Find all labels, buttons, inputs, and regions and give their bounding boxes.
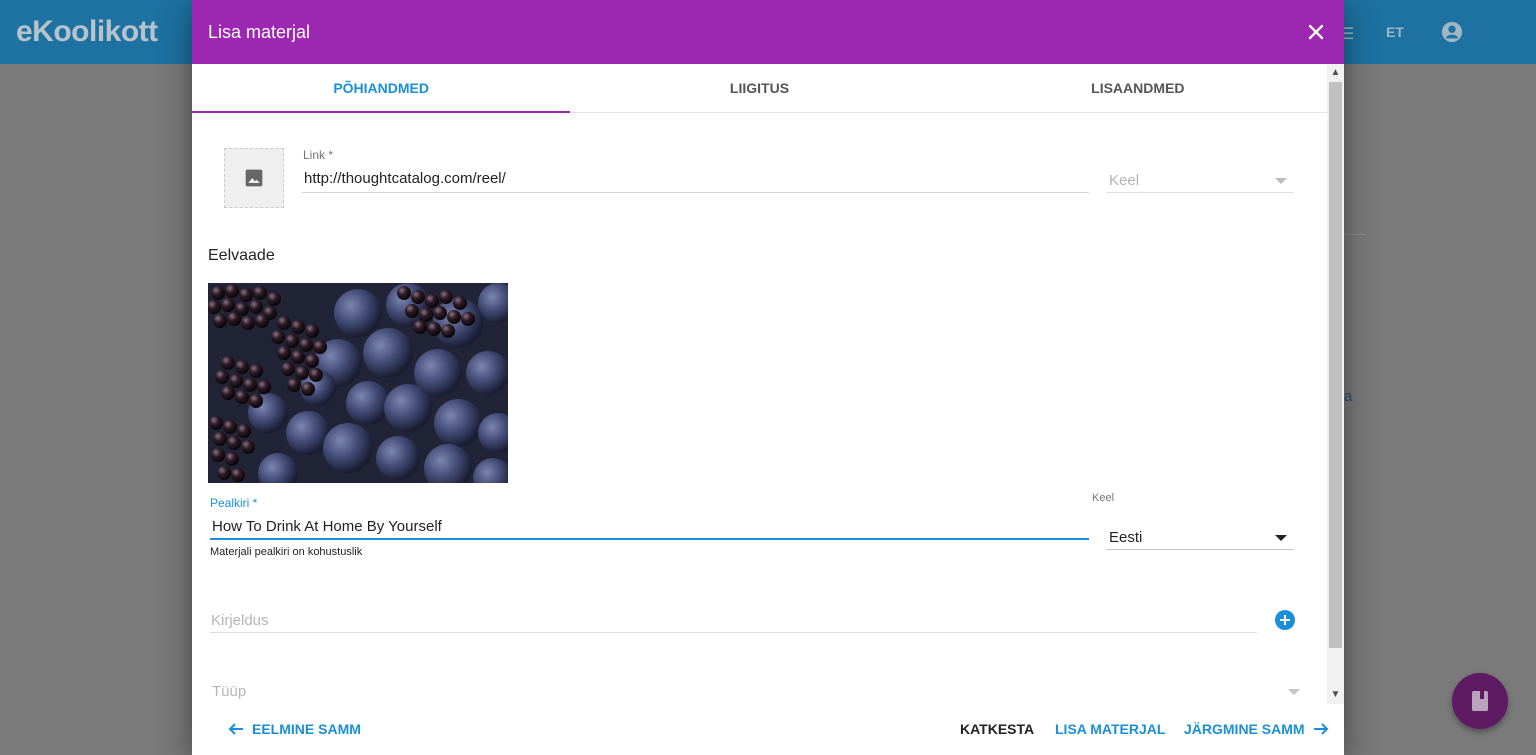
add-description-icon[interactable] <box>1275 610 1295 630</box>
book-icon <box>1472 691 1488 711</box>
logo-text: eKoolikott <box>16 15 158 48</box>
next-step-label: JÄRGMINE SAMM <box>1184 721 1305 737</box>
preview-heading: Eelvaade <box>208 247 275 264</box>
title-language-underline <box>1106 549 1294 550</box>
account-icon[interactable] <box>1441 21 1463 43</box>
title-label: Pealkiri * <box>210 496 258 510</box>
preview-image <box>208 283 508 483</box>
tab-pohiandmed[interactable]: PÕHIANDMED <box>192 64 571 113</box>
dialog-footer: EELMINE SAMM KATKESTA LISA MATERJAL JÄRG… <box>192 704 1344 755</box>
dialog-title: Lisa materjal <box>208 21 311 42</box>
app-logo[interactable]: eKoolikott <box>16 12 158 52</box>
chevron-down-icon <box>1288 689 1300 695</box>
link-language-select[interactable]: Keel <box>1109 172 1139 189</box>
dialog-scrollbar[interactable]: ▲ ▼ <box>1327 64 1344 704</box>
arrow-right-icon <box>1313 723 1328 735</box>
background-divider <box>1344 234 1366 235</box>
description-input[interactable]: Kirjeldus <box>211 612 269 629</box>
link-language-underline <box>1106 192 1294 193</box>
image-icon <box>245 169 263 187</box>
next-step-button[interactable]: JÄRGMINE SAMM <box>1184 721 1329 737</box>
title-hint: Materjali pealkiri on kohustuslik <box>210 546 363 558</box>
dialog-tabs: PÕHIANDMED LIIGITUS LISAANDMED <box>192 64 1327 113</box>
cancel-label: KATKESTA <box>960 721 1035 737</box>
close-icon[interactable] <box>1304 20 1328 44</box>
background-link[interactable]: a <box>1344 388 1352 405</box>
title-language-label: Keel <box>1092 492 1115 504</box>
previous-step-button[interactable]: EELMINE SAMM <box>228 721 361 737</box>
add-material-label: LISA MATERJAL <box>1055 721 1166 737</box>
thumbnail-upload[interactable] <box>224 148 284 208</box>
link-input[interactable]: http://thoughtcatalog.com/reel/ <box>304 170 506 187</box>
chevron-down-icon <box>1275 535 1287 541</box>
tab-lisaandmed[interactable]: LISAANDMED <box>949 64 1327 112</box>
link-label: Link * <box>303 148 334 162</box>
tab-liigitus[interactable]: LIIGITUS <box>570 64 948 112</box>
scroll-thumb[interactable] <box>1329 82 1342 648</box>
type-select[interactable]: Tüüp <box>212 683 246 700</box>
add-material-fab[interactable] <box>1452 673 1508 729</box>
language-selector[interactable]: ET <box>1386 24 1404 40</box>
scroll-down-arrow[interactable]: ▼ <box>1327 686 1344 703</box>
title-underline <box>210 538 1089 540</box>
title-input[interactable]: How To Drink At Home By Yourself <box>212 518 442 535</box>
description-underline <box>210 632 1257 633</box>
scroll-up-arrow[interactable]: ▲ <box>1327 64 1344 81</box>
add-material-button[interactable]: LISA MATERJAL <box>1055 721 1165 737</box>
add-material-dialog: Lisa materjal PÕHIANDMED LIIGITUS LISAAN… <box>192 0 1344 755</box>
cancel-button[interactable]: KATKESTA <box>960 721 1034 737</box>
previous-step-label: EELMINE SAMM <box>252 721 361 737</box>
arrow-left-icon <box>228 723 243 735</box>
title-language-select[interactable]: Eesti <box>1109 529 1142 546</box>
dialog-header: Lisa materjal <box>192 0 1344 64</box>
chevron-down-icon <box>1275 178 1287 184</box>
link-underline <box>302 192 1089 193</box>
